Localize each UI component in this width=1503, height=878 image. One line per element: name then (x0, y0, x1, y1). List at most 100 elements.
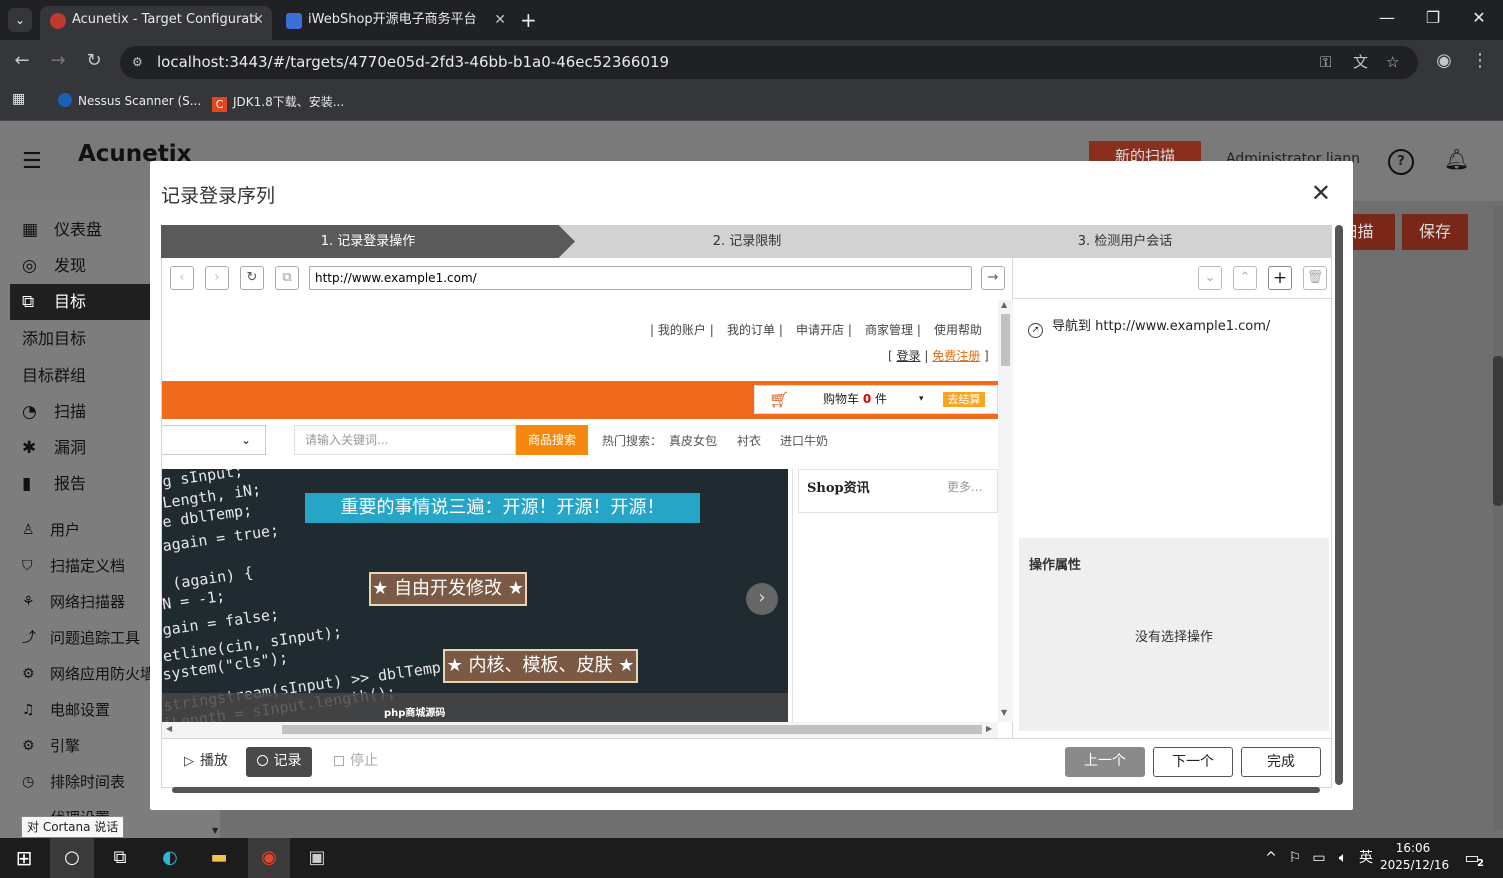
webview-vertical-scrollbar[interactable]: ▲ ▼ (998, 300, 1013, 722)
bookmark-jdk[interactable]: C JDK1.8下载、安装... (212, 93, 344, 112)
clock-icon: ◷ (22, 774, 35, 790)
recorder-content: ‹ › ↻ ⧉ http://www.example1.com/ → | 我的账… (161, 258, 1333, 788)
apps-grid-icon[interactable]: ▦ (12, 91, 25, 107)
address-bar[interactable]: ⚙ localhost:3443/#/targets/4770e05d-2fd3… (120, 46, 1418, 79)
next-button[interactable]: 下一个 (1153, 747, 1233, 777)
recorder-forward-icon[interactable]: › (205, 266, 229, 290)
news-more-link[interactable]: 更多... (947, 478, 982, 495)
site-login-link[interactable]: 登录 (897, 349, 921, 363)
play-button[interactable]: ▷ 播放 (170, 747, 242, 777)
tab-search-button[interactable]: ⌄ (8, 8, 32, 32)
recorder-copy-icon[interactable]: ⧉ (275, 266, 299, 290)
notification-bell-icon[interactable]: 🔔︎ (1444, 147, 1469, 171)
record-button[interactable]: 记录 (246, 747, 312, 777)
site-search-input[interactable]: 请输入关键词... (294, 425, 516, 455)
scroll-thumb[interactable] (282, 725, 982, 734)
tab-title: Acunetix - Target Configurati (72, 12, 258, 27)
restore-icon[interactable]: ❐ (1418, 8, 1448, 27)
tray-overflow-icon[interactable]: ^ (1259, 846, 1283, 870)
action-list-item[interactable]: ➚ 导航到 http://www.example1.com/ (1028, 315, 1270, 338)
hot-search-item[interactable]: 进口牛奶 (780, 432, 828, 449)
site-banner[interactable]: g sInput; Length, iN; e dblTemp; again =… (162, 469, 788, 722)
recorder-back-icon[interactable]: ‹ (170, 266, 194, 290)
move-up-icon[interactable]: ⌃ (1233, 266, 1257, 290)
webview-horizontal-scrollbar[interactable]: ◀ ▶ (162, 722, 998, 738)
terminal-icon[interactable]: ▣ (305, 846, 329, 870)
finish-button[interactable]: 完成 (1241, 747, 1321, 777)
site-register-link[interactable]: 免费注册 (932, 349, 980, 363)
chevron-down-icon: ⌄ (240, 433, 251, 447)
site-link-account[interactable]: | 我的账户 | (650, 321, 714, 338)
forward-icon[interactable]: → (46, 50, 70, 71)
previous-button[interactable]: 上一个 (1065, 747, 1145, 777)
network-tray-icon[interactable]: ▭ (1307, 846, 1331, 870)
site-link-orders[interactable]: 我的订单 | (727, 321, 783, 338)
modal-horizontal-scrollbar[interactable] (172, 787, 1320, 793)
site-link-merchant[interactable]: 商家管理 | (865, 321, 921, 338)
page-scroll-thumb[interactable] (1493, 356, 1503, 506)
scroll-thumb[interactable] (1001, 314, 1010, 366)
help-icon[interactable]: ? (1388, 149, 1414, 175)
site-link-help[interactable]: 使用帮助 (934, 321, 982, 338)
back-icon[interactable]: ← (10, 50, 34, 71)
windows-start-icon[interactable]: ⊞ (12, 846, 36, 870)
modal-title: 记录登录序列 (161, 185, 276, 207)
site-separator (792, 469, 793, 722)
category-select[interactable]: ⌄ (162, 425, 266, 455)
hot-search-item[interactable]: 衬衣 (737, 432, 761, 449)
edge-icon[interactable]: ◐ (158, 846, 182, 870)
translate-icon[interactable]: 文 (1353, 46, 1368, 79)
scroll-right-icon[interactable]: ▶ (986, 724, 992, 733)
page-scrollbar[interactable] (1493, 206, 1503, 831)
banner-plaque-2: ★ 内核、模板、皮肤 ★ (443, 649, 638, 683)
sidebar-scroll-down-icon[interactable]: ▼ (212, 826, 218, 835)
file-explorer-icon[interactable]: ▬ (207, 846, 231, 870)
stop-button[interactable]: 停止 (326, 747, 386, 777)
bookmark-nessus[interactable]: Nessus Scanner (S... (58, 93, 201, 108)
close-tab-icon[interactable]: ✕ (252, 6, 264, 34)
reload-icon[interactable]: ↻ (82, 50, 106, 71)
step-restrictions[interactable]: 2. 记录限制 (575, 225, 919, 258)
scroll-left-icon[interactable]: ◀ (166, 724, 172, 733)
volume-icon[interactable]: 🔈︎ (1331, 846, 1355, 870)
ime-indicator[interactable]: 英 (1354, 846, 1378, 870)
recorder-go-icon[interactable]: → (981, 266, 1005, 290)
step-record-actions[interactable]: 1. 记录登录操作 (161, 225, 575, 258)
profile-icon[interactable]: ◉ (1432, 50, 1456, 71)
tray-app-icon[interactable]: ⚐ (1283, 846, 1307, 870)
move-down-icon[interactable]: ⌄ (1198, 266, 1222, 290)
password-key-icon[interactable]: ⚿ (1320, 46, 1331, 79)
save-button[interactable]: 保存 (1402, 214, 1468, 250)
delete-action-icon[interactable]: 🗑︎ (1303, 266, 1327, 290)
site-link-open-shop[interactable]: 申请开店 | (796, 321, 852, 338)
hot-search-item[interactable]: 真皮女包 (669, 432, 717, 449)
modal-vertical-scrollbar[interactable] (1335, 225, 1343, 785)
stop-icon (334, 756, 344, 766)
hamburger-menu-icon[interactable]: ☰ (22, 149, 42, 174)
cortana-icon[interactable]: ○ (50, 838, 94, 878)
scroll-down-icon[interactable]: ▼ (1001, 708, 1007, 717)
checkout-button[interactable]: 去结算 (943, 392, 985, 407)
site-cart[interactable]: 🛒︎ 购物车 0 件 ▾ 去结算 (754, 385, 998, 414)
cart-dropdown-icon[interactable]: ▾ (919, 386, 924, 413)
minimize-icon[interactable]: — (1372, 8, 1402, 27)
task-view-icon[interactable]: ⧉ (108, 846, 132, 870)
banner-next-arrow-icon[interactable]: › (746, 583, 778, 615)
step-session-detection[interactable]: 3. 检测用户会话 (919, 225, 1331, 258)
recorder-reload-icon[interactable]: ↻ (240, 266, 264, 290)
bookmark-star-icon[interactable]: ☆ (1386, 46, 1399, 79)
clock[interactable]: 16:06 2025/12/16 (1380, 840, 1449, 874)
close-tab-icon[interactable]: ✕ (494, 6, 506, 34)
close-icon[interactable]: ✕ (1311, 179, 1331, 207)
scroll-up-icon[interactable]: ▲ (1001, 300, 1007, 309)
add-action-icon[interactable]: + (1268, 266, 1292, 290)
close-window-icon[interactable]: ✕ (1464, 8, 1494, 27)
browser-tab-iwebshop[interactable]: iWebShop开源电子商务平台 ✕ (276, 6, 514, 40)
recorder-url-input[interactable]: http://www.example1.com/ (309, 266, 972, 290)
site-search-button[interactable]: 商品搜索 (516, 425, 588, 455)
site-info-icon[interactable]: ⚙ (132, 46, 143, 79)
chrome-icon[interactable]: ◉ (248, 838, 290, 878)
browser-tab-acunetix[interactable]: Acunetix - Target Configurati ✕ (40, 6, 272, 40)
new-tab-button[interactable]: + (520, 8, 537, 32)
menu-dots-icon[interactable]: ⋮ (1468, 50, 1492, 71)
